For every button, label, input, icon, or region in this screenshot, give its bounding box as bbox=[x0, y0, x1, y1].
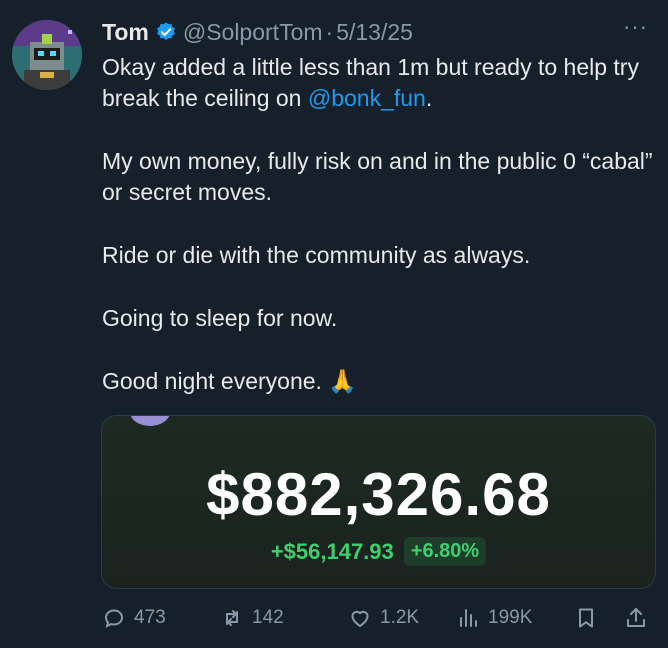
media-card[interactable]: $882,326.68 +$56,147.93 +6.80% bbox=[101, 415, 656, 589]
reply-button[interactable]: 473 bbox=[102, 606, 220, 630]
retweet-icon bbox=[226, 610, 238, 626]
like-count: 1.2K bbox=[380, 607, 420, 628]
tweet-paragraph-1: Okay added a little less than 1m but rea… bbox=[102, 52, 657, 114]
bookmark-icon bbox=[579, 608, 593, 628]
tweet-text: Okay added a little less than 1m but rea… bbox=[102, 52, 657, 397]
avatar[interactable] bbox=[12, 20, 82, 90]
balance-change-percent: +6.80% bbox=[403, 537, 487, 566]
retweet-count: 142 bbox=[252, 607, 284, 628]
mention-link[interactable]: @bonk_fun bbox=[308, 85, 426, 111]
heart-icon bbox=[351, 610, 369, 627]
separator-dot: · bbox=[325, 18, 334, 45]
retweet-button[interactable]: 142 bbox=[220, 606, 348, 630]
share-icon bbox=[627, 608, 645, 627]
tweet-paragraph-5: Good night everyone. 🙏 bbox=[102, 368, 357, 394]
tweet-header: Tom @SolportTom · 5/13/25 ··· bbox=[102, 14, 648, 50]
avatar-image bbox=[12, 20, 82, 90]
action-bar: 473 142 1.2K 199K bbox=[102, 602, 662, 634]
tweet-paragraph-4: Going to sleep for now. bbox=[102, 305, 338, 331]
verified-badge-icon bbox=[155, 21, 177, 43]
like-button[interactable]: 1.2K bbox=[348, 606, 456, 630]
tweet-paragraph-2: My own money, fully risk on and in the p… bbox=[102, 148, 653, 205]
views-chart-icon bbox=[460, 609, 477, 627]
balance-change: +$56,147.93 bbox=[270, 538, 394, 564]
tweet-date[interactable]: 5/13/25 bbox=[336, 19, 413, 46]
author-name[interactable]: Tom bbox=[102, 19, 149, 46]
portfolio-balance: $882,326.68 bbox=[206, 461, 551, 528]
views-button[interactable]: 199K bbox=[456, 606, 574, 630]
view-count: 199K bbox=[488, 607, 533, 628]
more-options-icon[interactable]: ··· bbox=[623, 14, 648, 40]
reply-icon bbox=[104, 609, 124, 628]
tweet-text-part: . bbox=[425, 85, 433, 111]
author-handle[interactable]: @SolportTom bbox=[183, 19, 323, 46]
card-avatar-dot bbox=[130, 416, 170, 426]
bookmark-button[interactable] bbox=[574, 606, 624, 630]
tweet-paragraph-3: Ride or die with the community as always… bbox=[102, 242, 531, 268]
share-button[interactable] bbox=[624, 606, 654, 630]
reply-count: 473 bbox=[134, 607, 166, 628]
balance-change-row: +$56,147.93 +6.80% bbox=[102, 537, 655, 566]
